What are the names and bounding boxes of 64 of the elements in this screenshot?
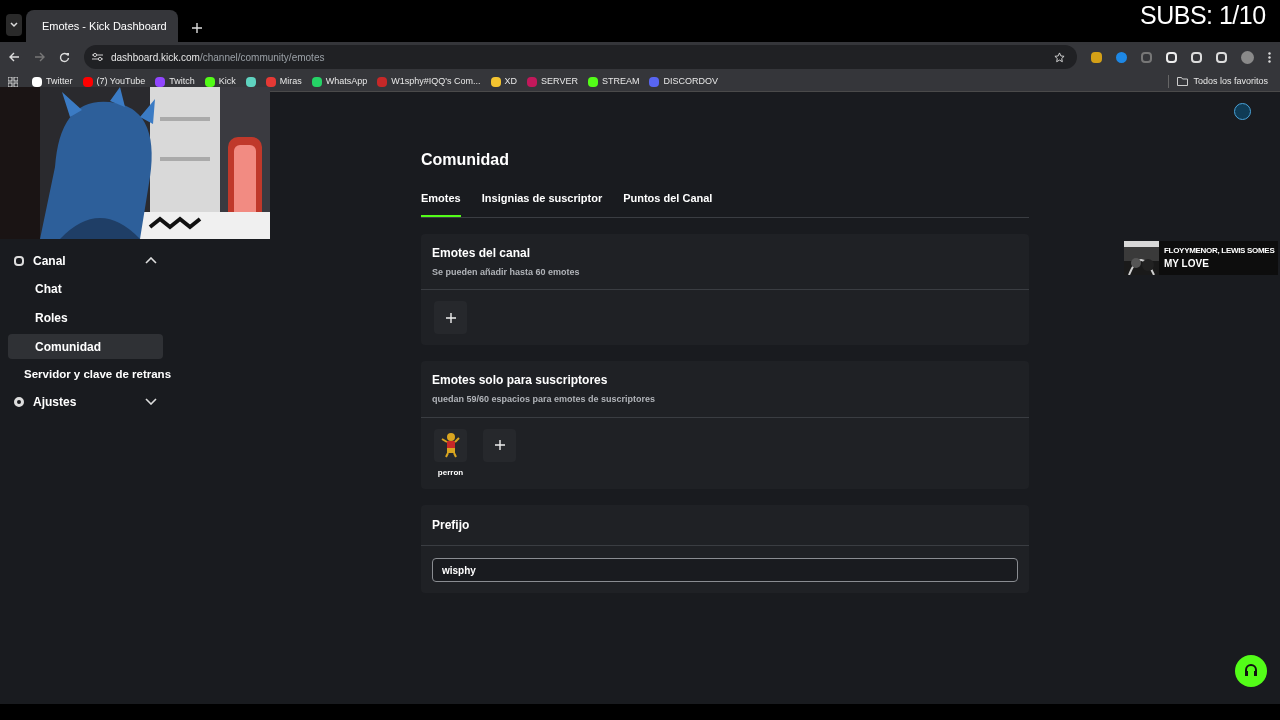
section-title: Emotes del canal <box>432 244 532 262</box>
folder-icon[interactable] <box>1177 77 1189 86</box>
new-tab-icon[interactable] <box>192 23 202 33</box>
site-settings-icon[interactable] <box>92 52 103 62</box>
menu-icon[interactable] <box>1268 51 1271 63</box>
browser-tab[interactable]: Emotes - Kick Dashboard <box>26 10 178 42</box>
tab-list-button[interactable] <box>6 14 22 36</box>
forward-icon[interactable] <box>34 52 45 62</box>
add-emote-button[interactable] <box>483 428 516 462</box>
page-tab[interactable]: Emotes <box>421 190 461 217</box>
bookmark-link[interactable]: SERVER <box>541 74 578 89</box>
page-tab[interactable]: Puntos del Canal <box>623 190 713 217</box>
bookmark-link[interactable]: (7) YouTube <box>96 74 146 89</box>
bookmark-favicon-icon[interactable] <box>204 76 215 87</box>
prefix-input[interactable]: wisphy <box>432 558 1018 582</box>
headset-icon <box>1243 663 1259 679</box>
chevron-up-icon <box>145 257 157 264</box>
section-subtitle: quedan 59/60 espacios para emotes de suscriptores <box>432 393 657 406</box>
sidebar-item[interactable]: Comunidad <box>8 334 163 359</box>
bookmark-favicon-icon[interactable] <box>32 76 42 87</box>
sidebar-item[interactable]: Roles <box>8 305 163 330</box>
caret-icon <box>10 22 18 28</box>
sidebar-group[interactable]: Canal <box>8 249 163 272</box>
section-subtitle: Se pueden añadir hasta 60 emotes <box>432 265 581 279</box>
bookmark-link[interactable]: W1sphy#IQQ's Com... <box>391 74 481 89</box>
bookmark-link[interactable]: XD <box>504 74 518 89</box>
bookmark-favicon-icon[interactable] <box>311 76 322 87</box>
sidebar-item[interactable]: Chat <box>8 276 163 301</box>
section-title: Emotes solo para suscriptores <box>432 372 609 389</box>
profile-avatar-icon[interactable] <box>1241 50 1254 64</box>
bookmark-link[interactable]: Twitch <box>169 74 195 89</box>
page-tab[interactable]: Insignias de suscriptor <box>481 190 603 217</box>
emote-tile[interactable] <box>434 428 467 462</box>
bookmark-link[interactable]: STREAM <box>601 74 640 89</box>
sidebar-group[interactable]: Ajustes <box>8 390 163 413</box>
reload-icon[interactable] <box>59 51 70 63</box>
section-title: Prefijo <box>421 504 1029 546</box>
bookmark-star-icon[interactable] <box>1054 51 1065 63</box>
bookmark-link[interactable]: DISCORDOV <box>663 74 718 89</box>
bookmark-favicon-icon[interactable] <box>490 76 501 87</box>
back-icon[interactable] <box>9 52 20 62</box>
bookmark-favicon-icon[interactable] <box>587 76 598 87</box>
bookmark-link[interactable]: WhatsApp <box>325 74 368 89</box>
sidebar-item[interactable]: Servidor y clave de retrans <box>8 363 176 386</box>
subs-counter: SUBS: 1/10 <box>1140 0 1266 31</box>
tab-title: Emotes - Kick Dashboard <box>42 18 167 34</box>
page-title: Comunidad <box>421 150 510 170</box>
bookmark-favicon-icon[interactable] <box>245 76 256 87</box>
plus-icon <box>445 312 456 323</box>
song-title: MY LOVE <box>1164 256 1210 271</box>
bookmark-link[interactable]: Miras <box>279 74 302 89</box>
bookmark-link[interactable]: Kick <box>218 74 236 89</box>
bookmarks-folder-link[interactable]: Todos los favoritos <box>1193 74 1268 89</box>
address-bar[interactable]: dashboard.kick.com/channel/community/emotes <box>84 45 1077 69</box>
song-artist: FLOYYMENOR, LEWIS SOMES <box>1164 245 1275 256</box>
emote-name: perron <box>437 466 464 479</box>
add-emote-button[interactable] <box>434 301 467 334</box>
bookmark-link[interactable]: Twitter <box>46 74 73 89</box>
plus-icon <box>494 440 505 450</box>
apps-grid-icon[interactable] <box>8 76 18 87</box>
circle-extension-icon[interactable] <box>1116 51 1127 63</box>
help-button[interactable] <box>1235 655 1267 687</box>
chevron-down-icon <box>145 398 157 405</box>
url-text: dashboard.kick.com/channel/community/emotes <box>111 50 326 65</box>
